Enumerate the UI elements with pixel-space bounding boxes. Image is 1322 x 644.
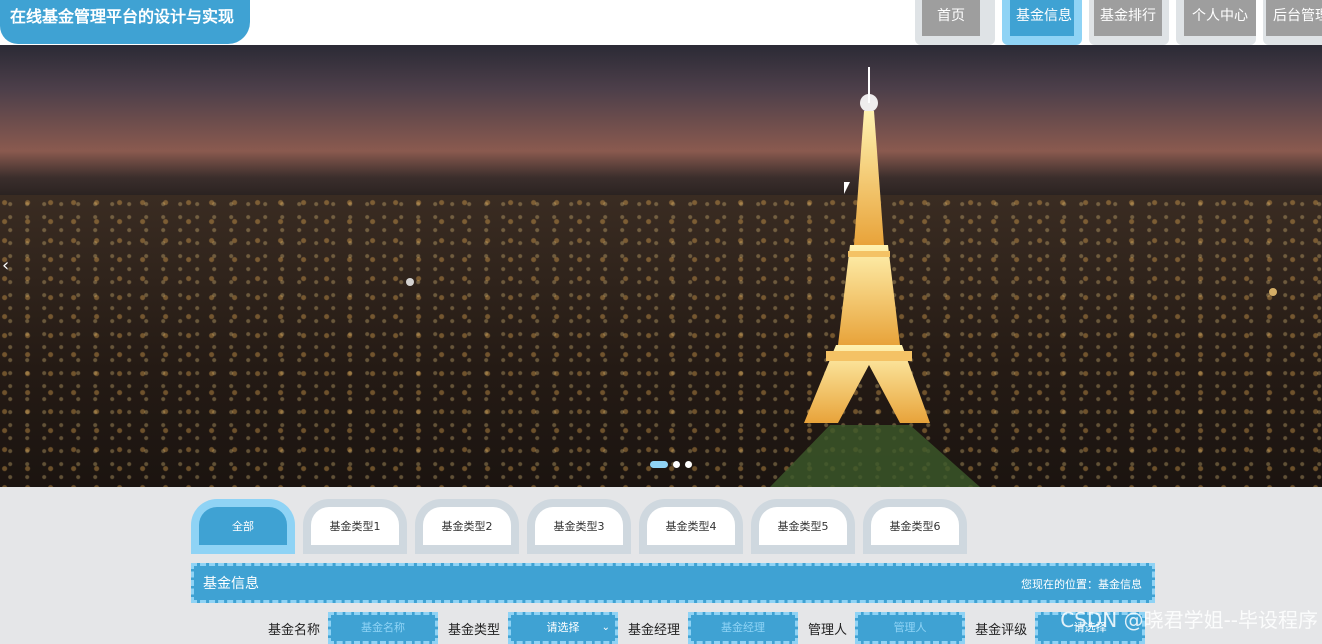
carousel-dot[interactable]	[650, 461, 668, 468]
fund-rating-label: 基金评级	[975, 622, 1028, 638]
fund-manager-label: 基金经理	[628, 622, 681, 638]
nav-label: 个人中心	[1184, 0, 1256, 36]
fund-type-label: 基金类型	[448, 622, 501, 638]
tab-fund-type-3[interactable]: 基金类型3	[527, 499, 631, 554]
tab-label: 基金类型2	[423, 507, 511, 545]
nav-item-admin[interactable]: 后台管理	[1263, 0, 1322, 45]
administrator-label: 管理人	[808, 622, 848, 638]
fund-type-value: 请选择	[546, 621, 580, 634]
tab-label: 基金类型1	[311, 507, 399, 545]
administrator-input[interactable]: 管理人	[855, 612, 966, 644]
fund-manager-input[interactable]: 基金经理	[688, 612, 799, 644]
tab-fund-type-1[interactable]: 基金类型1	[303, 499, 407, 554]
site-title: 在线基金管理平台的设计与实现	[0, 0, 250, 44]
carousel-dot[interactable]	[685, 461, 692, 468]
fund-name-label: 基金名称	[268, 622, 321, 638]
fund-name-input[interactable]: 基金名称	[328, 612, 439, 644]
nav-label: 基金排行	[1094, 0, 1162, 36]
main-nav: 首页 基金信息 基金排行 个人中心 后台管理	[915, 0, 1322, 45]
carousel-dots	[650, 461, 692, 468]
tab-label: 基金类型6	[871, 507, 959, 545]
tab-fund-type-6[interactable]: 基金类型6	[863, 499, 967, 554]
top-header: 在线基金管理平台的设计与实现 首页 基金信息 基金排行 个人中心 后台管理	[0, 0, 1322, 45]
tab-label: 全部	[199, 507, 287, 545]
fund-type-tabs: 全部 基金类型1 基金类型2 基金类型3 基金类型4 基金类型5 基金类型6	[191, 499, 975, 554]
nav-label: 后台管理	[1266, 0, 1322, 36]
search-filters: 基金名称 基金名称 基金类型 请选择 ⌄ 基金经理 基金经理 管理人 管理人 基…	[268, 612, 1155, 644]
eiffel-tower-image	[406, 67, 1277, 487]
tab-label: 基金类型4	[647, 507, 735, 545]
tab-fund-type-4[interactable]: 基金类型4	[639, 499, 743, 554]
fund-type-select[interactable]: 请选择 ⌄	[508, 612, 619, 644]
nav-label: 基金信息	[1010, 0, 1074, 36]
csdn-watermark: CSDN @晓君学姐--毕设程序	[1060, 608, 1318, 632]
chevron-down-icon: ⌄	[601, 622, 611, 633]
tab-fund-type-5[interactable]: 基金类型5	[751, 499, 855, 554]
section-title: 基金信息	[203, 576, 259, 592]
nav-item-personal-center[interactable]: 个人中心	[1176, 0, 1256, 45]
nav-item-home[interactable]: 首页	[915, 0, 995, 45]
mouse-cursor-icon	[844, 182, 850, 194]
tab-all[interactable]: 全部	[191, 499, 295, 554]
nav-label: 首页	[922, 0, 980, 36]
tab-fund-type-2[interactable]: 基金类型2	[415, 499, 519, 554]
breadcrumb: 您现在的位置：基金信息	[1021, 578, 1142, 591]
nav-item-fund-ranking[interactable]: 基金排行	[1089, 0, 1169, 45]
section-header: 基金信息 您现在的位置：基金信息	[191, 563, 1155, 603]
carousel-dot[interactable]	[673, 461, 680, 468]
tab-label: 基金类型3	[535, 507, 623, 545]
hero-carousel[interactable]: ‹	[0, 45, 1322, 487]
tab-label: 基金类型5	[759, 507, 847, 545]
chevron-left-icon[interactable]: ‹	[2, 255, 9, 276]
nav-item-fund-info[interactable]: 基金信息	[1002, 0, 1082, 45]
